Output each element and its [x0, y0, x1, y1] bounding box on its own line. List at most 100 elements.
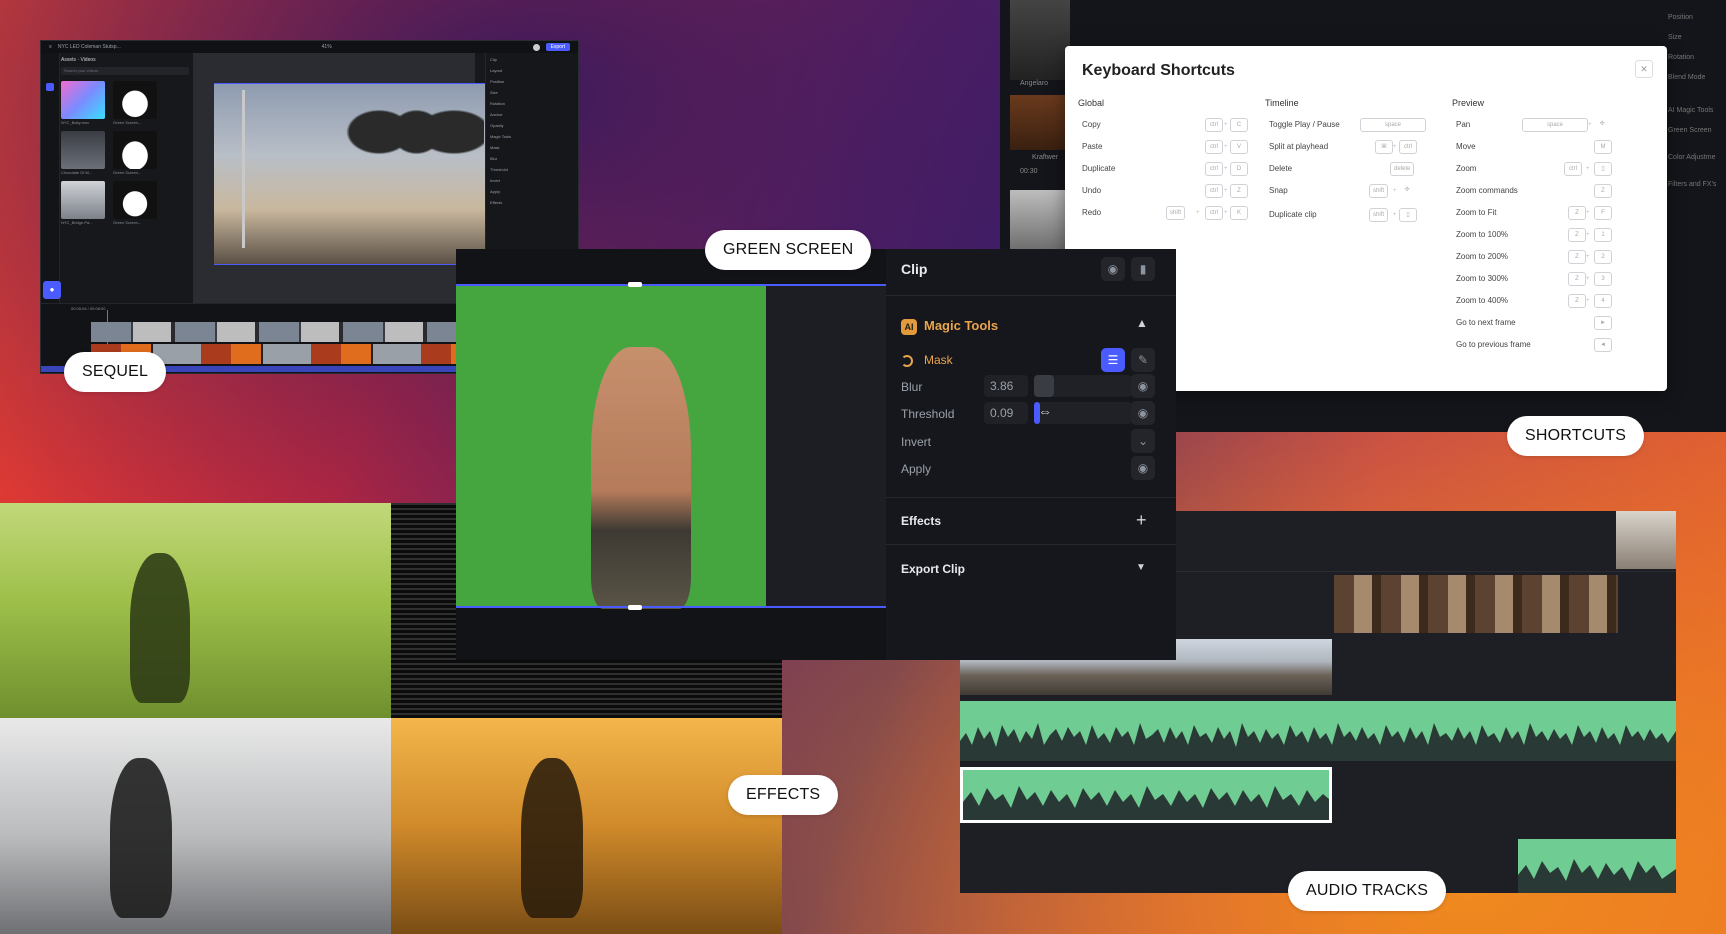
shortcut-label: Redo	[1082, 208, 1102, 217]
divider	[886, 497, 1176, 498]
shortcut-label: Split at playhead	[1269, 142, 1329, 151]
key-cap: 3	[1594, 272, 1612, 286]
chevron-up-icon[interactable]: ▲	[1136, 316, 1148, 330]
prop-label: Blur	[490, 156, 498, 161]
audio-clip[interactable]	[1518, 839, 1676, 893]
key-cap: ctrl	[1205, 118, 1223, 132]
prop-label: Threshold	[490, 167, 508, 172]
asset-thumb[interactable]: Chocolate Of M...	[61, 131, 105, 175]
bg-label: Kraftwer	[1032, 154, 1059, 161]
key-cap: F	[1594, 206, 1612, 220]
eye-icon[interactable]: ◉	[1131, 374, 1155, 398]
eye-icon[interactable]: ◉	[1131, 456, 1155, 480]
export-clip-title: Export Clip	[901, 562, 966, 576]
mask-label: Mask	[924, 353, 953, 367]
asset-thumb[interactable]: NYC_Bridge.Pa...	[61, 181, 105, 225]
prop-label: Opacity	[490, 123, 504, 128]
shortcut-row: Duplicate ctrl + D	[1078, 162, 1248, 184]
effect-tile-gray	[0, 718, 391, 934]
close-icon[interactable]: ✕	[1635, 60, 1653, 78]
asset-thumb[interactable]: NYC_Baby.mov	[61, 81, 105, 125]
panel-title: Clip	[901, 261, 928, 277]
selection-frame[interactable]	[456, 284, 886, 608]
asset-caption: Green Screen...	[113, 170, 142, 175]
shortcut-row: Zoom to Fit Z + F	[1452, 206, 1632, 228]
shortcut-row: Pan space + ✣	[1452, 118, 1632, 140]
sequel-topbar: ≡ NYC LED Coleman Stutsp... 41% Export	[41, 41, 578, 53]
key-cap: shift	[1369, 184, 1389, 198]
blur-slider[interactable]	[1034, 375, 1132, 397]
shortcut-row: Zoom to 200% Z + 2	[1452, 250, 1632, 272]
properties-sidelist: Position Size Rotation Blend Mode AI Mag…	[1668, 14, 1716, 201]
resize-handle-top[interactable]	[628, 282, 642, 287]
prop-label: Clip	[490, 57, 497, 62]
shortcuts-label: SHORTCUTS	[1507, 416, 1645, 456]
bg-thumb	[1010, 0, 1070, 80]
audio-clip-selected[interactable]	[960, 767, 1332, 823]
asset-thumb[interactable]: Green Screen...	[113, 131, 157, 175]
key-cap: ▯	[1399, 208, 1417, 222]
shortcut-row: Delete delete	[1265, 162, 1430, 184]
threshold-input[interactable]: 0.09	[984, 402, 1028, 424]
prop-label: Invert	[490, 178, 501, 183]
blur-input[interactable]: 3.86	[984, 375, 1028, 397]
blur-label: Blur	[901, 380, 923, 394]
asset-caption: Chocolate Of M...	[61, 170, 93, 175]
resize-handle-bottom[interactable]	[628, 605, 642, 610]
track-row	[960, 765, 1676, 827]
add-icon[interactable]: +	[1136, 510, 1147, 531]
shortcut-label: Duplicate clip	[1269, 210, 1317, 219]
asset-thumb[interactable]: Green Screen...	[113, 81, 157, 125]
apply-label: Apply	[901, 462, 932, 476]
key-cap: ✣	[1599, 121, 1605, 127]
side-label: Blend Mode	[1668, 74, 1706, 81]
export-button[interactable]: Export	[545, 43, 571, 51]
key-cap: ctrl	[1564, 162, 1582, 176]
key-cap: Z	[1230, 184, 1248, 198]
pencil-icon[interactable]: ✎	[1131, 348, 1155, 372]
key-cap: D	[1230, 162, 1248, 176]
dancer-figure	[521, 758, 583, 918]
play-icon[interactable]: ●	[43, 281, 61, 299]
side-label: Size	[1668, 34, 1682, 41]
key-cap: shift	[1166, 206, 1186, 220]
audio-clip[interactable]	[960, 701, 1676, 761]
assets-nav-icon[interactable]	[46, 83, 54, 91]
prop-label: Size	[490, 90, 498, 95]
threshold-label: Threshold	[901, 407, 955, 421]
shortcut-label: Zoom commands	[1456, 186, 1518, 195]
dancer-figure	[130, 553, 190, 703]
eye-icon[interactable]: ◉	[1131, 401, 1155, 425]
zoom-level[interactable]: 41%	[322, 44, 332, 50]
key-cap: ctrl	[1205, 184, 1223, 198]
key-cap: 2	[1594, 250, 1612, 264]
caret-down-icon[interactable]: ▼	[1136, 562, 1146, 573]
preview-frame[interactable]	[214, 83, 526, 265]
avatar[interactable]	[532, 43, 540, 51]
asset-thumb[interactable]: Green Screen...	[113, 181, 157, 225]
video-clip[interactable]	[1334, 575, 1618, 633]
eye-icon[interactable]: ◉	[1101, 257, 1125, 281]
shortcut-label: Paste	[1082, 142, 1103, 151]
divider	[886, 544, 1176, 545]
menu-icon[interactable]: ≡	[49, 44, 52, 50]
prop-label: Magic Tools	[490, 134, 512, 139]
shortcut-row: Move M	[1452, 140, 1632, 162]
shortcut-column-global: Global Copy ctrl + C Paste ctrl + V Dupl…	[1078, 98, 1248, 228]
search-input[interactable]: Search your videos	[61, 67, 189, 75]
clip-thumb[interactable]	[1616, 511, 1676, 569]
prop-label: Rotation	[490, 101, 505, 106]
side-label: Filters and FX's	[1668, 181, 1717, 188]
key-cap: delete	[1390, 162, 1415, 176]
chevron-down-icon[interactable]: ⌄	[1131, 429, 1155, 453]
key-cap: Z	[1568, 206, 1586, 220]
shortcut-label: Zoom to 200%	[1456, 252, 1509, 261]
mask-icon	[901, 355, 913, 367]
mask-settings-icon[interactable]: ☰	[1101, 348, 1125, 372]
shortcut-column-preview: Preview Pan space + ✣ Move M Zoom ctrl +…	[1452, 98, 1632, 360]
shortcut-row: Zoom ctrl + ▯	[1452, 162, 1632, 184]
sequel-label: SEQUEL	[64, 352, 167, 392]
assets-panel: Assets · Videos Search your videos NYC_B…	[61, 57, 189, 307]
shortcut-row: Paste ctrl + V	[1078, 140, 1248, 162]
lock-icon[interactable]: ▮	[1131, 257, 1155, 281]
